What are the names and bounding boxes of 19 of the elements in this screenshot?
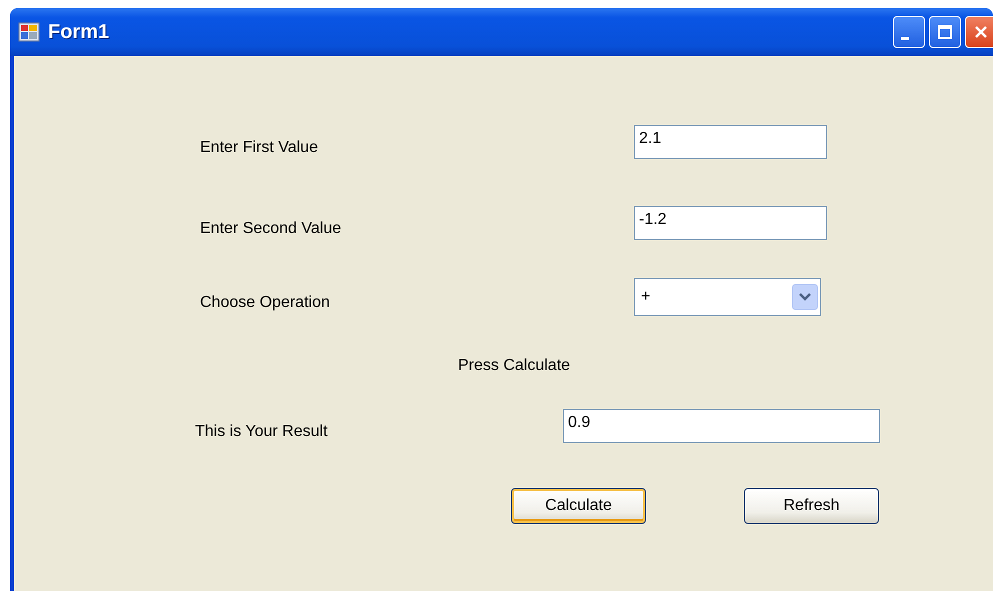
instruction-text: Press Calculate <box>458 357 572 376</box>
action-button[interactable]: Refresh <box>744 488 879 524</box>
field-label: Enter Second Value <box>200 219 342 238</box>
input-field[interactable]: -1.2 <box>634 206 827 240</box>
minimize-button[interactable] <box>893 16 925 48</box>
minimize-icon <box>901 36 909 40</box>
close-button[interactable] <box>965 16 993 48</box>
form-icon <box>18 22 40 42</box>
result-field[interactable]: 0.9 <box>563 409 880 443</box>
close-icon <box>973 24 989 40</box>
operation-dropdown[interactable]: + <box>634 278 821 316</box>
field-label: Enter First Value <box>200 138 319 157</box>
maximize-button[interactable] <box>929 16 961 48</box>
window-title: Form1 <box>48 20 110 44</box>
field-label: Choose Operation <box>200 293 331 312</box>
action-button[interactable]: Calculate <box>511 488 646 524</box>
result-label: This is Your Result <box>195 422 329 441</box>
maximize-icon <box>937 24 953 40</box>
input-field[interactable]: 2.1 <box>634 125 827 159</box>
